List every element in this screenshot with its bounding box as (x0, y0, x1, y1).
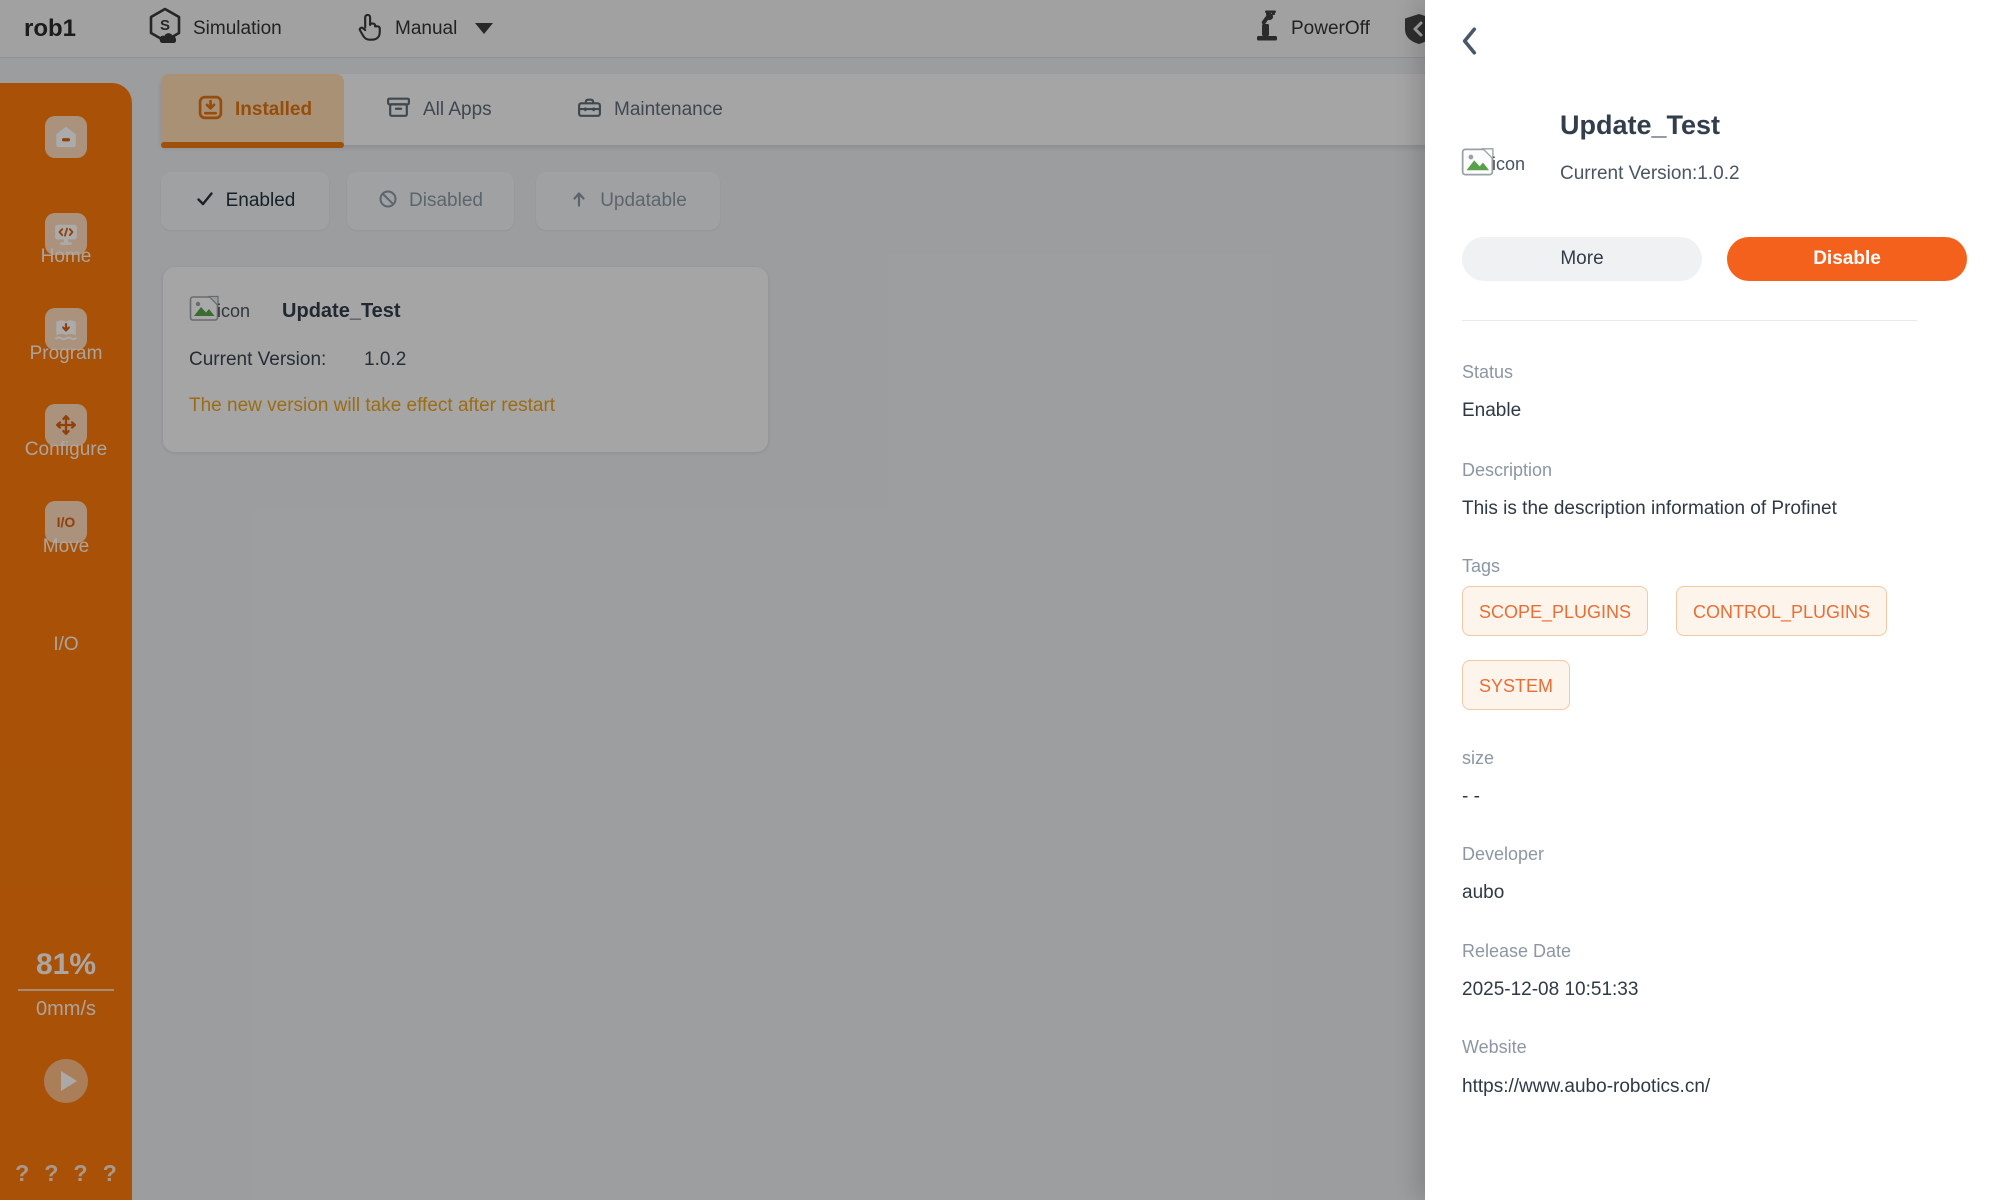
tag-scope-plugins: SCOPE_PLUGINS (1462, 586, 1648, 636)
website-value: https://www.aubo-robotics.cn/ (1462, 1076, 1710, 1098)
chevron-left-icon (1459, 25, 1481, 57)
release-date-label: Release Date (1462, 941, 1571, 962)
website-label: Website (1462, 1037, 1527, 1058)
disable-button[interactable]: Disable (1727, 237, 1967, 281)
developer-value: aubo (1462, 882, 1504, 904)
size-label: size (1462, 748, 1494, 769)
overlay-scrim[interactable] (0, 0, 1425, 1200)
description-label: Description (1462, 460, 1552, 481)
app-root: rob1 S Simulation (0, 0, 2000, 1200)
more-button[interactable]: More (1462, 237, 1702, 281)
tag-control-plugins: CONTROL_PLUGINS (1676, 586, 1887, 636)
back-button[interactable] (1453, 22, 1487, 60)
status-value: Enable (1462, 400, 1521, 422)
panel-plugin-title: Update_Test (1560, 110, 1720, 141)
status-label: Status (1462, 362, 1513, 383)
panel-divider (1462, 320, 1917, 321)
description-value: This is the description information of P… (1462, 498, 1837, 520)
size-value: - - (1462, 786, 1480, 808)
plugin-detail-panel: icon Update_Test Current Version:1.0.2 M… (1425, 0, 2000, 1200)
broken-image-icon (1461, 147, 1494, 182)
panel-version-line: Current Version:1.0.2 (1560, 163, 1740, 185)
release-date-value: 2025-12-08 10:51:33 (1462, 979, 1638, 1001)
developer-label: Developer (1462, 844, 1544, 865)
panel-icon-alt-text: icon (1492, 154, 1525, 175)
tags-label: Tags (1462, 556, 1500, 577)
tag-system: SYSTEM (1462, 660, 1570, 710)
